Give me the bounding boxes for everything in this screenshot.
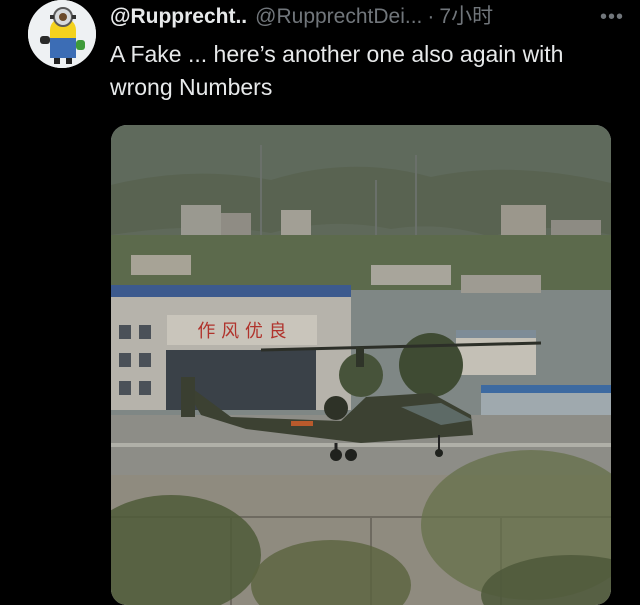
display-name[interactable]: @Rupprecht.. [110, 3, 247, 31]
more-options-icon[interactable]: ••• [600, 3, 624, 31]
minion-avatar-icon [28, 0, 96, 68]
tweet: @Rupprecht.. @RupprechtDei... · 7小时 ••• … [0, 0, 640, 605]
helicopter-photo: 作 风 优 良 [111, 125, 611, 605]
building-sign: 作 风 优 良 [197, 321, 286, 342]
user-handle[interactable]: @RupprechtDei... [255, 3, 422, 31]
separator-dot: · [427, 5, 435, 28]
timestamp[interactable]: 7小时 [439, 3, 493, 31]
user-avatar[interactable] [28, 0, 96, 68]
tweet-media-photo[interactable]: 作 风 优 良 [111, 125, 611, 605]
tweet-text: A Fake ... here’s another one also again… [110, 41, 564, 100]
tweet-header: @Rupprecht.. @RupprechtDei... · 7小时 ••• [110, 3, 626, 31]
